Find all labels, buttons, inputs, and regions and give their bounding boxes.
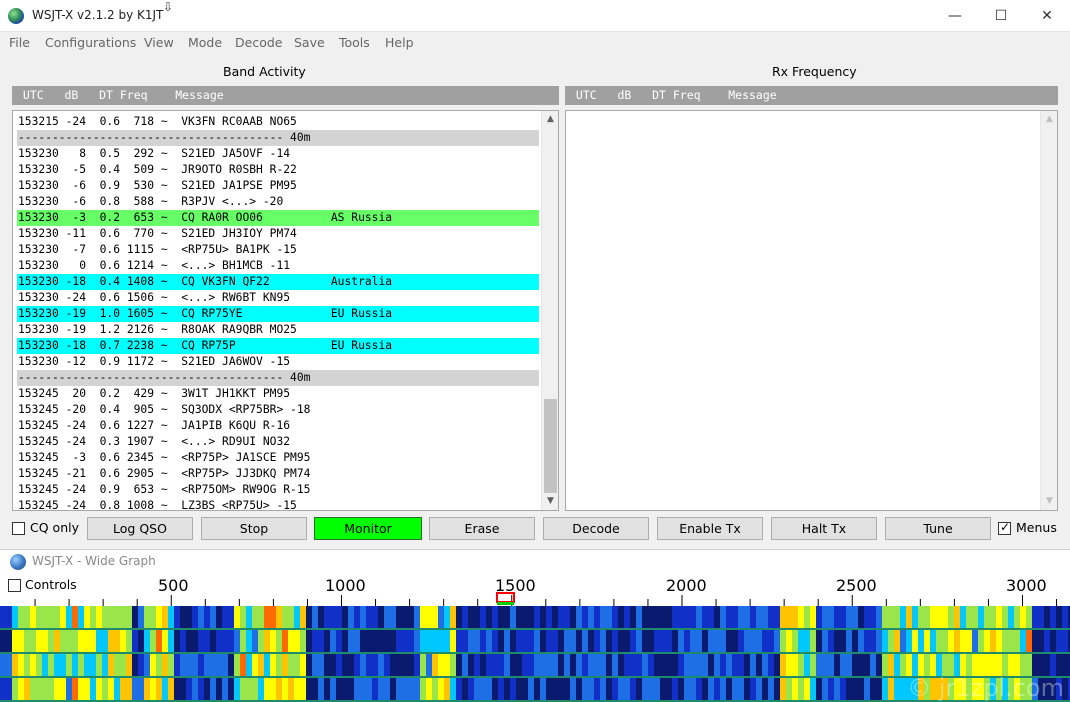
scroll-down-arrow-icon[interactable]: ▼ — [1041, 493, 1057, 510]
watermark-text: © jr1zpl.com — [907, 674, 1064, 702]
waterfall-display[interactable]: © jr1zpl.com — [0, 606, 1070, 702]
title-bar: WSJT-X v2.1.2 by K1JT ⇩ — ☐ ✕ — [0, 0, 1070, 32]
decode-row[interactable]: 153230 -3 0.2 653 ~ CQ RA0R OO06 AS Russ… — [17, 210, 539, 226]
close-button[interactable]: ✕ — [1024, 0, 1070, 32]
menu-bar: File Configurations View Mode Decode Sav… — [0, 32, 1070, 52]
halt-tx-button[interactable]: Halt Tx — [771, 517, 877, 540]
tick-label-2500: 2500 — [836, 576, 877, 595]
monitor-button[interactable]: Monitor — [314, 517, 422, 540]
minimize-button[interactable]: — — [932, 0, 978, 32]
decode-row[interactable]: 153245 20 0.2 429 ~ 3W1T JH1KKT PM95 — [17, 386, 539, 402]
scroll-up-arrow-icon[interactable]: ▲ — [542, 111, 558, 128]
rx-frequency-panel[interactable]: ▲ ▼ — [565, 110, 1058, 511]
band-activity-column-header: UTC dB DT Freq Message — [12, 86, 559, 105]
decode-row[interactable]: 153230 0 0.6 1214 ~ <...> BH1MCB -11 — [17, 258, 539, 274]
decode-row[interactable]: 153230 -19 1.0 1605 ~ CQ RP75YE EU Russi… — [17, 306, 539, 322]
cq-only-checkbox[interactable] — [12, 522, 25, 535]
decode-row[interactable]: 153230 -6 0.9 530 ~ S21ED JA1PSE PM95 — [17, 178, 539, 194]
decode-row[interactable]: 153245 -24 0.9 653 ~ <RP75OM> RW9OG R-15 — [17, 482, 539, 498]
decode-row[interactable]: 153230 -6 0.8 588 ~ R3PJV <...> -20 — [17, 194, 539, 210]
wide-graph-title-bar — [0, 549, 1070, 575]
controls-label: Controls — [25, 577, 77, 592]
rx-frequency-scrollbar[interactable]: ▲ ▼ — [1040, 111, 1057, 510]
period-separator-row[interactable]: --------------------------------------- … — [17, 130, 539, 146]
decode-row[interactable]: 153215 -24 0.6 718 ~ VK3FN RC0AAB NO65 — [17, 114, 539, 130]
menu-tools[interactable]: Tools — [339, 35, 370, 50]
band-activity-list[interactable]: 153215 -24 0.6 718 ~ VK3FN RC0AAB NO65 --… — [17, 114, 539, 510]
window-title: WSJT-X v2.1.2 by K1JT — [32, 8, 164, 22]
menu-mode[interactable]: Mode — [188, 35, 222, 50]
decode-row[interactable]: 153230 -18 0.4 1408 ~ CQ VK3FN QF22 Aust… — [17, 274, 539, 290]
decode-row[interactable]: 153230 -11 0.6 770 ~ S21ED JH3IOY PM74 — [17, 226, 539, 242]
decode-button[interactable]: Decode — [543, 517, 649, 540]
scrollbar-thumb[interactable] — [544, 399, 557, 493]
rx-frequency-title: Rx Frequency — [772, 64, 857, 79]
enable-tx-button[interactable]: Enable Tx — [657, 517, 763, 540]
menus-label: Menus — [1016, 520, 1057, 535]
log-qso-button[interactable]: Log QSO — [87, 517, 193, 540]
maximize-button[interactable]: ☐ — [978, 0, 1024, 32]
tick-label-1000: 1000 — [325, 576, 366, 595]
cq-only-label: CQ only — [30, 520, 79, 535]
menu-view[interactable]: View — [144, 35, 174, 50]
tick-label-2000: 2000 — [666, 576, 707, 595]
tick-label-1500: 1500 — [495, 576, 536, 595]
decode-row[interactable]: 153230 -12 0.9 1172 ~ S21ED JA6WOV -15 — [17, 354, 539, 370]
scroll-up-arrow-icon[interactable]: ▲ — [1041, 111, 1057, 128]
decode-row[interactable]: 153245 -24 0.8 1008 ~ LZ3BS <RP75U> -15 — [17, 498, 539, 510]
erase-button[interactable]: Erase — [429, 517, 535, 540]
wsjtx-app-icon — [8, 8, 24, 24]
period-separator-row[interactable]: --------------------------------------- … — [17, 370, 539, 386]
mouse-cursor-icon: ⇩ — [163, 0, 174, 14]
wide-graph-app-icon — [10, 554, 26, 570]
tune-button[interactable]: Tune — [885, 517, 991, 540]
decode-row[interactable]: 153245 -21 0.6 2905 ~ <RP75P> JJ3DKQ PM7… — [17, 466, 539, 482]
wide-graph-title: WSJT-X - Wide Graph — [32, 554, 156, 568]
decode-row[interactable]: 153230 -5 0.4 509 ~ JR9OTO R0SBH R-22 — [17, 162, 539, 178]
band-activity-panel[interactable]: 153215 -24 0.6 718 ~ VK3FN RC0AAB NO65 --… — [12, 110, 559, 511]
menu-decode[interactable]: Decode — [235, 35, 282, 50]
band-activity-scrollbar[interactable]: ▲ ▼ — [541, 111, 558, 510]
stop-button[interactable]: Stop — [201, 517, 307, 540]
decode-row[interactable]: 153230 -7 0.6 1115 ~ <RP75U> BA1PK -15 — [17, 242, 539, 258]
tx-frequency-marker — [497, 602, 514, 605]
menus-checkbox[interactable] — [998, 520, 1011, 535]
rx-frequency-column-header: UTC dB DT Freq Message — [565, 86, 1058, 105]
decode-row[interactable]: 153245 -24 0.6 1227 ~ JA1PIB K6QU R-16 — [17, 418, 539, 434]
menu-save[interactable]: Save — [294, 35, 325, 50]
decode-row[interactable]: 153245 -24 0.3 1907 ~ <...> RD9UI NO32 — [17, 434, 539, 450]
menu-configurations[interactable]: Configurations — [45, 35, 136, 50]
tick-label-500: 500 — [158, 576, 189, 595]
decode-row[interactable]: 153245 -20 0.4 905 ~ SQ3ODX <RP75BR> -18 — [17, 402, 539, 418]
controls-checkbox[interactable] — [8, 579, 21, 592]
decode-row[interactable]: 153230 8 0.5 292 ~ S21ED JA5OVF -14 — [17, 146, 539, 162]
decode-row[interactable]: 153245 -3 0.6 2345 ~ <RP75P> JA1SCE PM95 — [17, 450, 539, 466]
decode-row[interactable]: 153230 -24 0.6 1506 ~ <...> RW6BT KN95 — [17, 290, 539, 306]
decode-row[interactable]: 153230 -18 0.7 2238 ~ CQ RP75P EU Russia — [17, 338, 539, 354]
scroll-down-arrow-icon[interactable]: ▼ — [542, 493, 558, 510]
menu-help[interactable]: Help — [385, 35, 414, 50]
band-activity-title: Band Activity — [223, 64, 306, 79]
tick-label-3000: 3000 — [1006, 576, 1047, 595]
decode-row[interactable]: 153230 -19 1.2 2126 ~ R8OAK RA9QBR MO25 — [17, 322, 539, 338]
menu-file[interactable]: File — [9, 35, 30, 50]
